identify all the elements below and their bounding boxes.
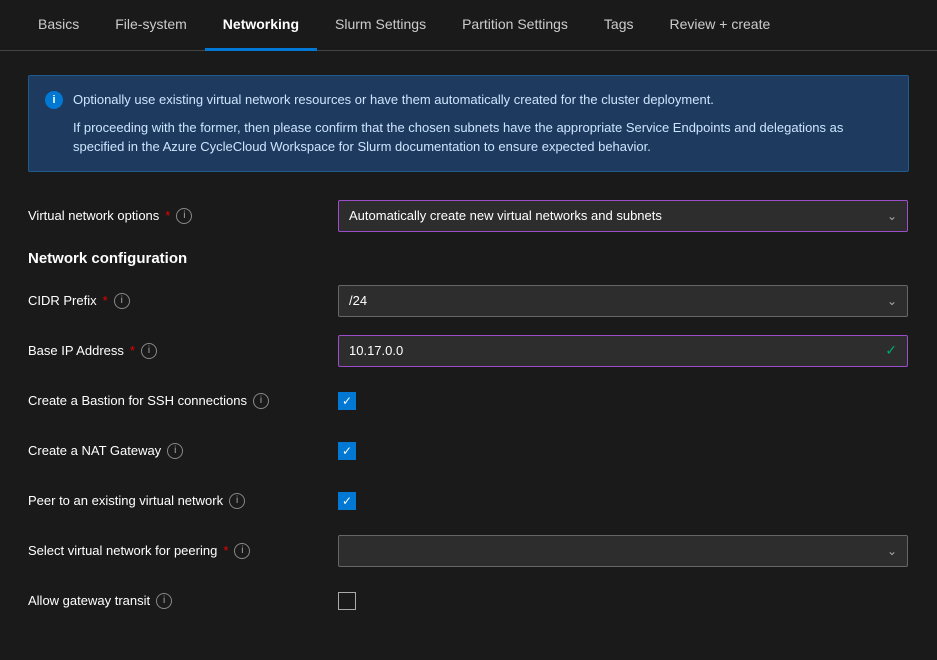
- base-ip-input-wrapper: 10.17.0.0 ✓: [338, 335, 908, 367]
- nav-slurm[interactable]: Slurm Settings: [317, 0, 444, 51]
- select-vnet-info-icon[interactable]: i: [234, 543, 250, 559]
- select-vnet-dropdown-wrapper: ⌄: [338, 535, 908, 567]
- base-ip-input[interactable]: 10.17.0.0 ✓: [338, 335, 908, 367]
- base-ip-value: 10.17.0.0: [349, 343, 403, 358]
- select-vnet-row: Select virtual network for peering * i ⌄: [28, 535, 909, 567]
- chevron-down-icon: ⌄: [887, 209, 897, 223]
- main-content: i Optionally use existing virtual networ…: [0, 51, 937, 659]
- nav-basics[interactable]: Basics: [20, 0, 97, 51]
- create-nat-label: Create a NAT Gateway i: [28, 443, 338, 459]
- chevron-down-icon: ⌄: [887, 544, 897, 558]
- network-config-section: Network configuration CIDR Prefix * i /2…: [28, 250, 909, 617]
- chevron-down-icon: ⌄: [887, 294, 897, 308]
- peer-vnet-checkbox-wrapper: ✓: [338, 492, 356, 510]
- peer-vnet-checkbox[interactable]: ✓: [338, 492, 356, 510]
- vnet-info-icon[interactable]: i: [176, 208, 192, 224]
- peer-vnet-info-icon[interactable]: i: [229, 493, 245, 509]
- cidr-dropdown-wrapper: /24 ⌄: [338, 285, 908, 317]
- virtual-network-value: Automatically create new virtual network…: [349, 208, 662, 223]
- required-star-select-vnet: *: [223, 543, 228, 558]
- network-config-title: Network configuration: [28, 250, 909, 267]
- checkmark-icon: ✓: [342, 495, 352, 507]
- peer-vnet-label: Peer to an existing virtual network i: [28, 493, 338, 509]
- cidr-info-icon[interactable]: i: [114, 293, 130, 309]
- nav-partition[interactable]: Partition Settings: [444, 0, 586, 51]
- cidr-dropdown[interactable]: /24 ⌄: [338, 285, 908, 317]
- cidr-value: /24: [349, 293, 367, 308]
- allow-gateway-label: Allow gateway transit i: [28, 593, 338, 609]
- create-bastion-label: Create a Bastion for SSH connections i: [28, 393, 338, 409]
- nat-info-icon[interactable]: i: [167, 443, 183, 459]
- create-nat-row: Create a NAT Gateway i ✓: [28, 435, 909, 467]
- create-bastion-row: Create a Bastion for SSH connections i ✓: [28, 385, 909, 417]
- info-banner: i Optionally use existing virtual networ…: [28, 75, 909, 172]
- cidr-label: CIDR Prefix * i: [28, 293, 338, 309]
- peer-vnet-row: Peer to an existing virtual network i ✓: [28, 485, 909, 517]
- create-bastion-checkbox-wrapper: ✓: [338, 392, 356, 410]
- bastion-info-icon[interactable]: i: [253, 393, 269, 409]
- banner-line1: Optionally use existing virtual network …: [73, 90, 714, 110]
- gateway-info-icon[interactable]: i: [156, 593, 172, 609]
- nav-networking[interactable]: Networking: [205, 0, 317, 51]
- select-vnet-label: Select virtual network for peering * i: [28, 543, 338, 559]
- virtual-network-dropdown-wrapper: Automatically create new virtual network…: [338, 200, 908, 232]
- create-bastion-checkbox[interactable]: ✓: [338, 392, 356, 410]
- virtual-network-row: Virtual network options * i Automaticall…: [28, 200, 909, 232]
- nav-filesystem[interactable]: File-system: [97, 0, 205, 51]
- required-star-cidr: *: [103, 293, 108, 308]
- checkmark-icon: ✓: [342, 395, 352, 407]
- create-nat-checkbox[interactable]: ✓: [338, 442, 356, 460]
- select-vnet-dropdown[interactable]: ⌄: [338, 535, 908, 567]
- nav-tags[interactable]: Tags: [586, 0, 652, 51]
- allow-gateway-checkbox-wrapper: [338, 592, 356, 610]
- cidr-prefix-row: CIDR Prefix * i /24 ⌄: [28, 285, 909, 317]
- required-star-vnet: *: [165, 208, 170, 223]
- checkmark-icon: ✓: [885, 342, 897, 359]
- base-ip-row: Base IP Address * i 10.17.0.0 ✓: [28, 335, 909, 367]
- info-icon: i: [45, 91, 63, 109]
- base-ip-info-icon[interactable]: i: [141, 343, 157, 359]
- banner-line2: If proceeding with the former, then plea…: [45, 118, 892, 157]
- top-navigation: Basics File-system Networking Slurm Sett…: [0, 0, 937, 51]
- virtual-network-label: Virtual network options * i: [28, 208, 338, 224]
- required-star-ip: *: [130, 343, 135, 358]
- checkmark-icon: ✓: [342, 445, 352, 457]
- base-ip-label: Base IP Address * i: [28, 343, 338, 359]
- create-nat-checkbox-wrapper: ✓: [338, 442, 356, 460]
- virtual-network-dropdown[interactable]: Automatically create new virtual network…: [338, 200, 908, 232]
- nav-review[interactable]: Review + create: [652, 0, 789, 51]
- allow-gateway-checkbox[interactable]: [338, 592, 356, 610]
- allow-gateway-row: Allow gateway transit i: [28, 585, 909, 617]
